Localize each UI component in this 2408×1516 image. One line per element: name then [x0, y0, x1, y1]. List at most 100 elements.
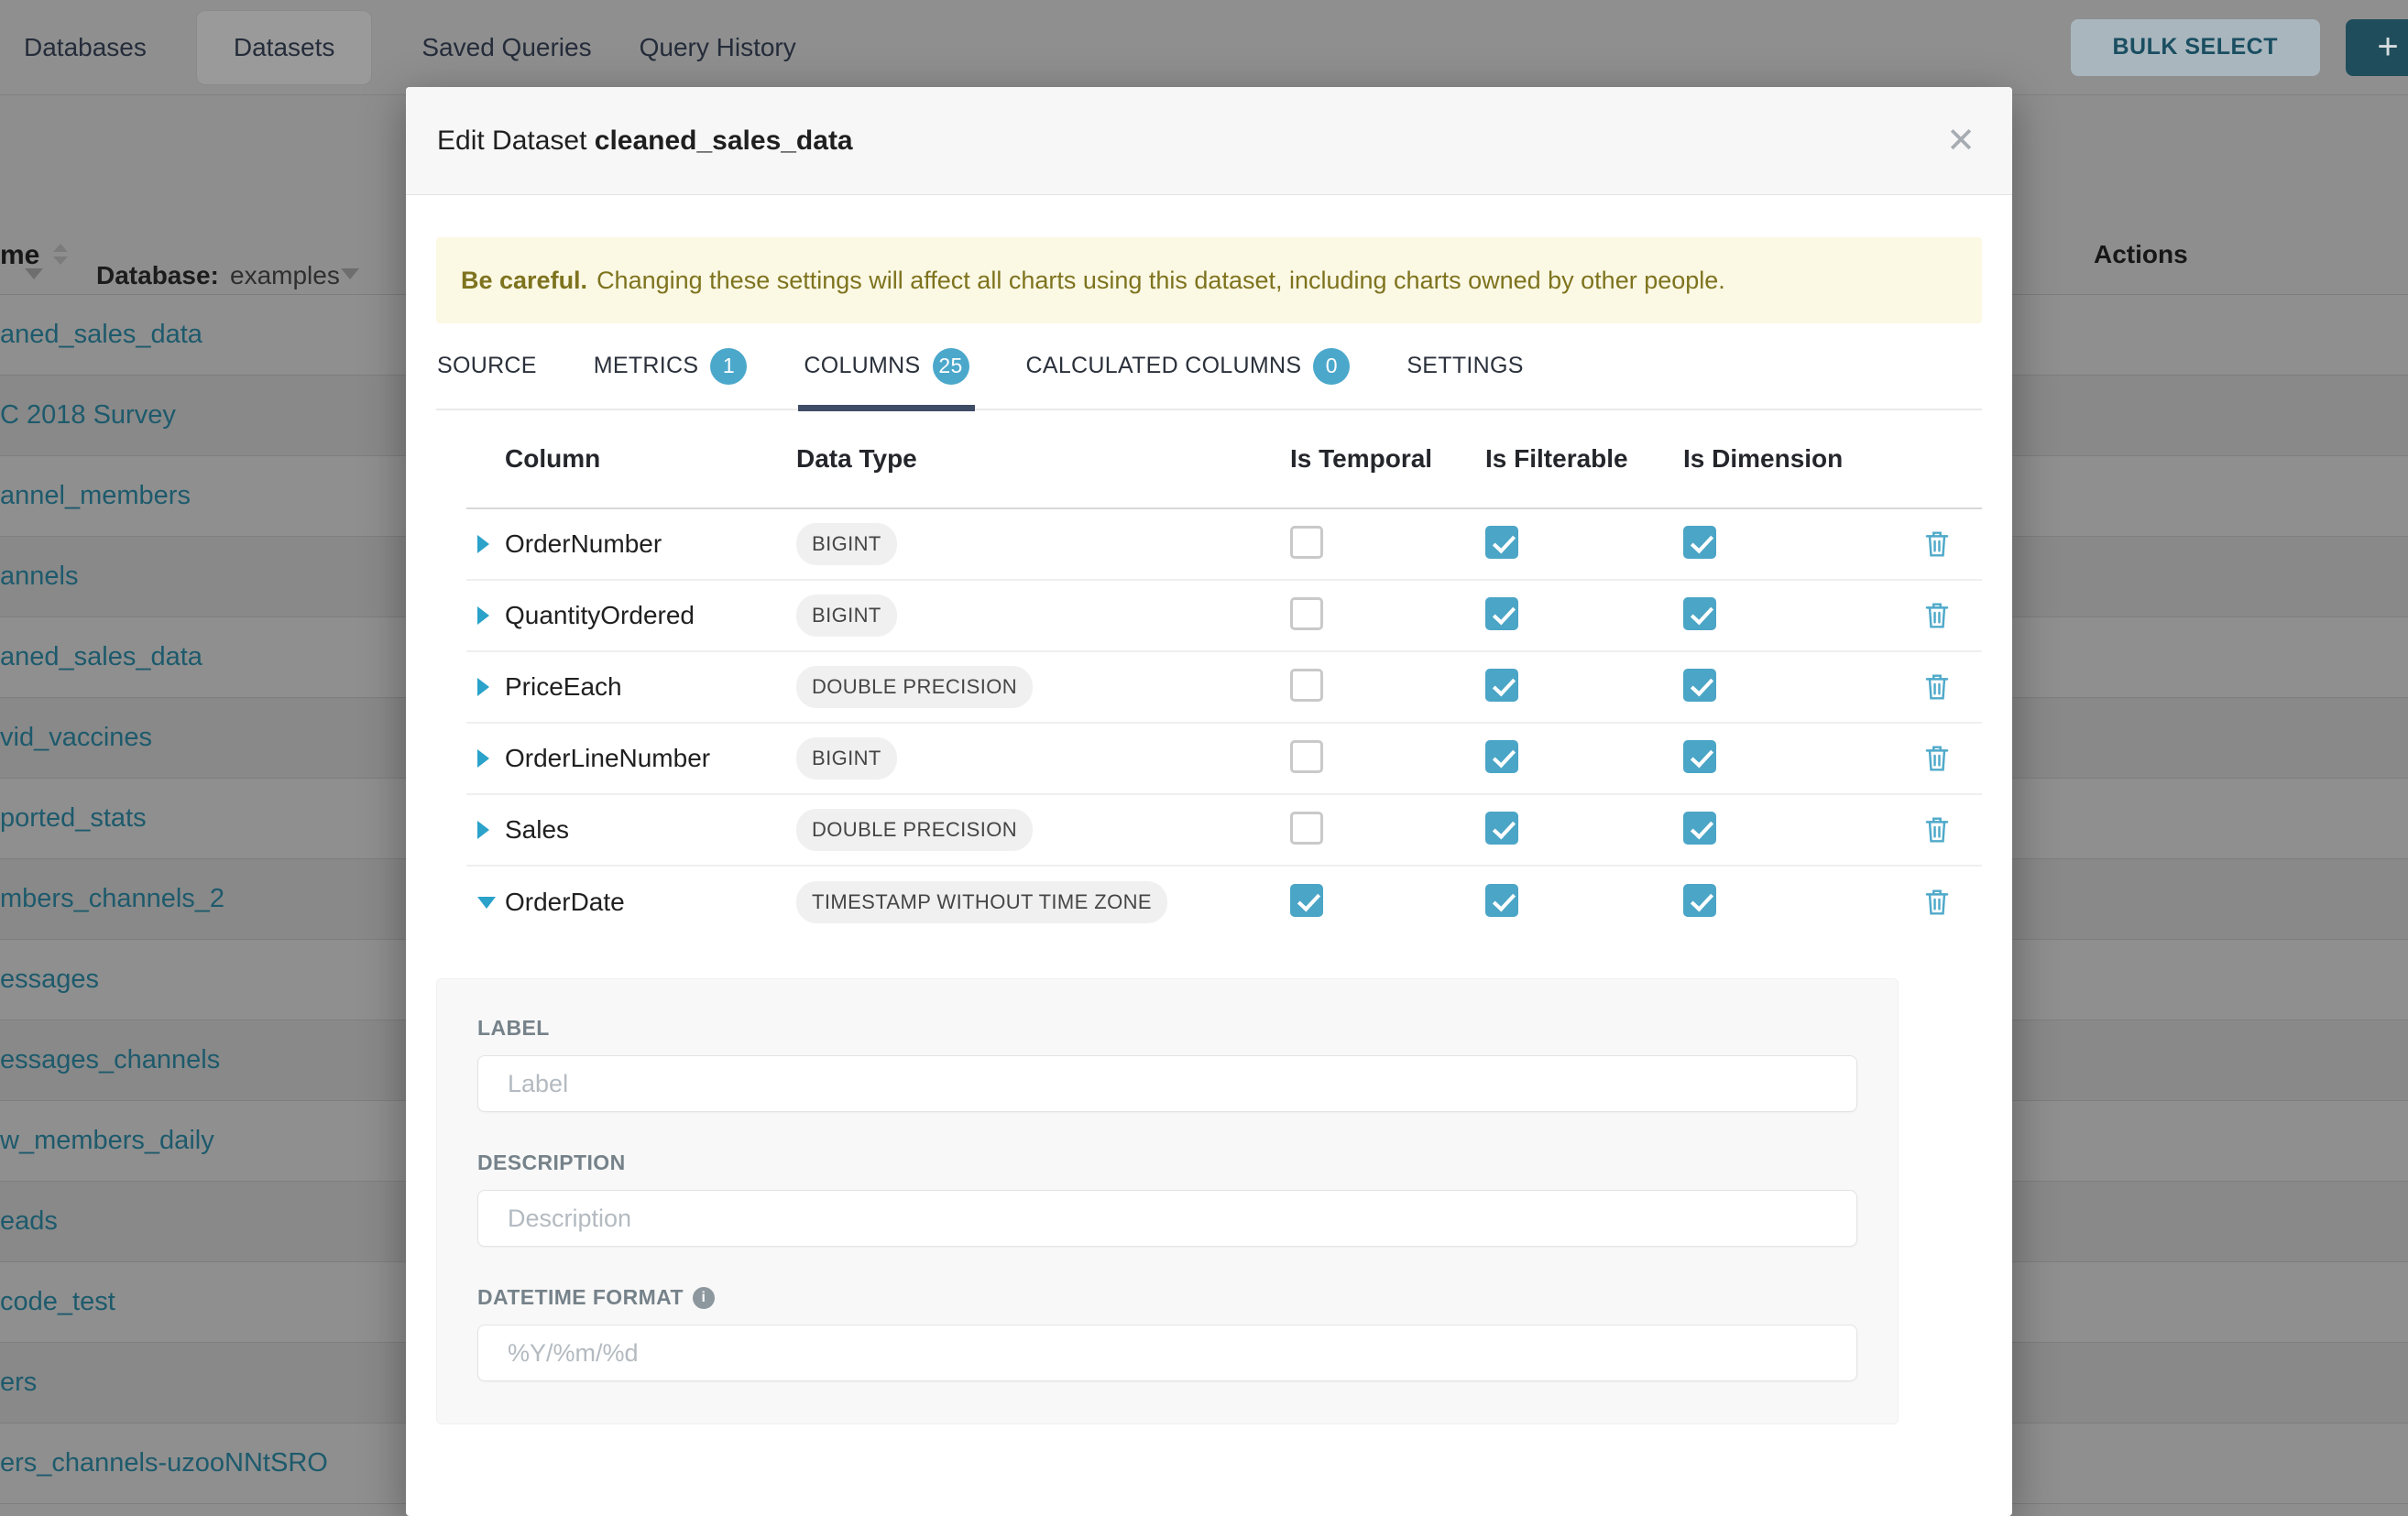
actions-column-header: Actions [2094, 240, 2188, 269]
is-filterable-checkbox[interactable] [1485, 812, 1518, 845]
delete-column-button[interactable] [1923, 815, 1951, 845]
label-input[interactable] [477, 1055, 1857, 1112]
dataset-link[interactable]: annel_members [0, 481, 191, 511]
column-name: PriceEach [505, 672, 796, 702]
tab-metrics[interactable]: METRICS 1 [594, 322, 748, 409]
column-header: Column [505, 444, 796, 474]
is-temporal-checkbox[interactable] [1290, 884, 1323, 917]
column-name: OrderDate [505, 888, 796, 917]
is-filterable-checkbox[interactable] [1485, 740, 1518, 773]
expand-caret-icon[interactable] [477, 606, 489, 625]
data-type-badge: BIGINT [796, 594, 897, 637]
nav-tab-datasets[interactable]: Datasets [196, 10, 373, 85]
dataset-link[interactable]: ers [0, 1368, 37, 1398]
nav-tab-query-history[interactable]: Query History [616, 0, 820, 95]
nav-tab-databases[interactable]: Databases [0, 0, 170, 95]
is-dimension-checkbox[interactable] [1683, 669, 1716, 702]
dataset-link[interactable]: w_members_daily [0, 1126, 214, 1156]
dataset-link[interactable]: essages [0, 965, 99, 995]
delete-column-button[interactable] [1923, 601, 1951, 630]
sort-icon[interactable] [53, 244, 68, 265]
is-filterable-header: Is Filterable [1485, 444, 1683, 474]
expand-caret-icon[interactable] [477, 897, 496, 909]
is-filterable-checkbox[interactable] [1485, 669, 1518, 702]
close-icon[interactable]: ✕ [1946, 124, 1976, 158]
columns-table-header: Column Data Type Is Temporal Is Filterab… [466, 410, 1982, 509]
is-dimension-checkbox[interactable] [1683, 597, 1716, 630]
dataset-link[interactable]: aned_sales_data [0, 320, 202, 350]
column-row: OrderLineNumber BIGINT [466, 724, 1982, 795]
columns-table: Column Data Type Is Temporal Is Filterab… [466, 410, 1982, 938]
delete-column-button[interactable] [1923, 529, 1951, 559]
data-type-badge: BIGINT [796, 737, 897, 780]
tab-settings[interactable]: SETTINGS [1406, 322, 1523, 409]
metrics-count-badge: 1 [710, 348, 747, 385]
label-field-group: LABEL [477, 1016, 1857, 1112]
column-row: OrderNumber BIGINT [466, 509, 1982, 581]
filter-bar: Database: examples [0, 119, 406, 192]
column-name: QuantityOrdered [505, 601, 796, 630]
delete-column-button[interactable] [1923, 888, 1951, 917]
column-row: PriceEach DOUBLE PRECISION [466, 652, 1982, 724]
field-label-text: DESCRIPTION [477, 1151, 626, 1175]
is-dimension-checkbox[interactable] [1683, 884, 1716, 917]
expand-caret-icon[interactable] [477, 749, 489, 768]
expand-caret-icon[interactable] [477, 535, 489, 553]
plus-icon: + [2377, 27, 2398, 68]
tab-label: METRICS [594, 353, 699, 379]
dataset-link[interactable]: code_test [0, 1287, 115, 1317]
add-dataset-button[interactable]: + [2346, 19, 2408, 76]
datetime-format-field-label: DATETIME FORMAT i [477, 1285, 1857, 1310]
dataset-link[interactable]: mbers_channels_2 [0, 884, 224, 914]
column-row: QuantityOrdered BIGINT [466, 581, 1982, 652]
is-dimension-checkbox[interactable] [1683, 526, 1716, 559]
tab-label: SETTINGS [1406, 353, 1523, 379]
info-icon[interactable]: i [693, 1287, 715, 1309]
modal-tabs: SOURCE METRICS 1 COLUMNS 25 CALCULATED C… [436, 323, 1982, 410]
name-column-header[interactable]: me [0, 240, 39, 271]
is-temporal-checkbox[interactable] [1290, 669, 1323, 702]
dataset-link[interactable]: ers_channels-uzooNNtSRO [0, 1448, 328, 1478]
delete-column-button[interactable] [1923, 744, 1951, 773]
datetime-format-field-group: DATETIME FORMAT i [477, 1285, 1857, 1381]
datetime-format-input[interactable] [477, 1325, 1857, 1381]
dataset-link[interactable]: C 2018 Survey [0, 400, 176, 431]
is-filterable-checkbox[interactable] [1485, 597, 1518, 630]
description-input[interactable] [477, 1190, 1857, 1247]
dataset-link[interactable]: aned_sales_data [0, 642, 202, 672]
modal-title-dataset-name: cleaned_sales_data [595, 125, 853, 156]
expand-caret-icon[interactable] [477, 821, 489, 839]
modal-body: Be careful. Changing these settings will… [406, 237, 2012, 1424]
is-dimension-checkbox[interactable] [1683, 812, 1716, 845]
description-field-label: DESCRIPTION [477, 1151, 1857, 1175]
is-temporal-checkbox[interactable] [1290, 526, 1323, 559]
expand-caret-icon[interactable] [477, 678, 489, 696]
is-dimension-checkbox[interactable] [1683, 740, 1716, 773]
dataset-link[interactable]: vid_vaccines [0, 723, 152, 753]
bulk-select-button[interactable]: BULK SELECT [2071, 19, 2321, 76]
column-name: OrderNumber [505, 529, 796, 559]
is-temporal-checkbox[interactable] [1290, 812, 1323, 845]
is-temporal-header: Is Temporal [1290, 444, 1485, 474]
trash-icon [1923, 672, 1951, 702]
dataset-link[interactable]: annels [0, 562, 78, 592]
nav-tab-saved-queries[interactable]: Saved Queries [398, 0, 615, 95]
dataset-link[interactable]: essages_channels [0, 1045, 220, 1075]
column-row: Sales DOUBLE PRECISION [466, 795, 1982, 867]
tab-source[interactable]: SOURCE [437, 322, 537, 409]
is-filterable-checkbox[interactable] [1485, 526, 1518, 559]
modal-title: Edit Dataset cleaned_sales_data [437, 125, 853, 157]
is-temporal-checkbox[interactable] [1290, 740, 1323, 773]
tab-columns[interactable]: COLUMNS 25 [804, 322, 969, 409]
data-type-badge: DOUBLE PRECISION [796, 666, 1033, 708]
dataset-link[interactable]: ported_stats [0, 803, 147, 834]
modal-header: Edit Dataset cleaned_sales_data ✕ [406, 87, 2012, 195]
field-label-text: DATETIME FORMAT [477, 1285, 684, 1310]
is-filterable-checkbox[interactable] [1485, 884, 1518, 917]
tab-calculated-columns[interactable]: CALCULATED COLUMNS 0 [1026, 322, 1351, 409]
is-temporal-checkbox[interactable] [1290, 597, 1323, 630]
tab-label: CALCULATED COLUMNS [1026, 353, 1302, 379]
dataset-link[interactable]: eads [0, 1206, 58, 1237]
delete-column-button[interactable] [1923, 672, 1951, 702]
modal-title-prefix: Edit Dataset [437, 125, 586, 156]
